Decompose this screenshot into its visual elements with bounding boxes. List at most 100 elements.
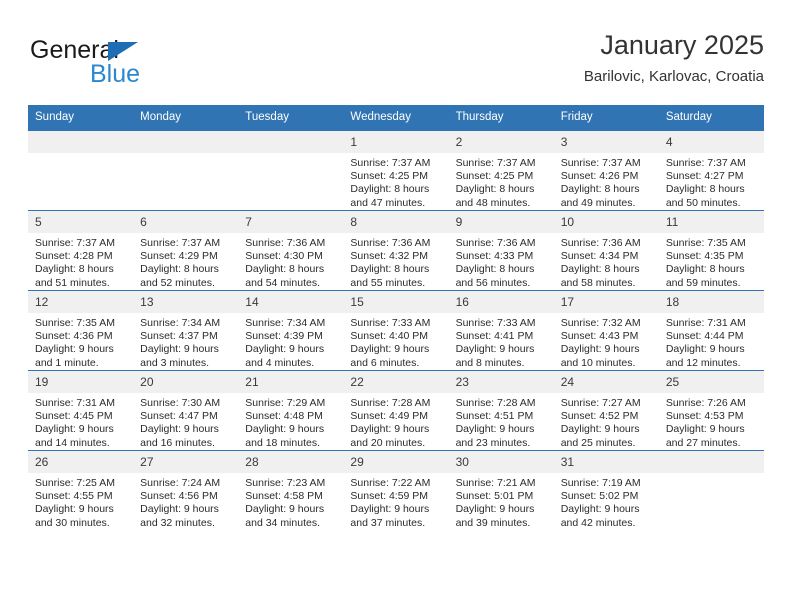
daylight-text-line1: Daylight: 8 hours [350,263,430,276]
calendar-day-cell[interactable]: 14 Sunrise: 7:34 AM Sunset: 4:39 PM Dayligh… [238,290,344,371]
day-details: Sunrise: 7:28 AM Sunset: 4:51 PM Daylight:… [449,393,554,450]
daylight-text-line1: Daylight: 9 hours [35,343,114,356]
calendar-day-cell[interactable]: 25 Sunrise: 7:26 AM Sunset: 4:53 PM Dayligh… [658,370,764,451]
daylight-text-line1: Daylight: 9 hours [245,343,325,356]
day-details: Sunrise: 7:37 AM Sunset: 4:25 PM Daylight:… [343,153,448,210]
sunrise-text: Sunrise: 7:36 AM [455,237,536,249]
calendar-day-cell[interactable]: 27 Sunrise: 7:24 AM Sunset: 4:56 PM Dayligh… [133,450,239,530]
daylight-text-line2: and 37 minutes. [350,516,426,529]
day-details: Sunrise: 7:23 AM Sunset: 4:58 PM Daylight:… [238,473,343,530]
sunset-text: Sunset: 5:02 PM [560,490,639,503]
calendar-day-cell[interactable]: 12 Sunrise: 7:35 AM Sunset: 4:36 PM Dayligh… [28,290,134,371]
sunset-text: Sunset: 4:53 PM [665,410,744,423]
daylight-text-line2: and 51 minutes. [35,276,110,289]
sunset-text: Sunset: 4:27 PM [665,170,744,183]
calendar-day-cell[interactable]: 3 Sunrise: 7:37 AM Sunset: 4:26 PM Daylight… [553,130,659,211]
sunset-text: Sunset: 4:28 PM [35,250,113,263]
sunset-text: Sunset: 4:25 PM [455,170,534,183]
day-details: Sunrise: 7:29 AM Sunset: 4:48 PM Daylight:… [238,393,343,450]
calendar-day-cell[interactable]: 6 Sunrise: 7:37 AM Sunset: 4:29 PM Daylight… [133,210,239,291]
day-details: Sunrise: 7:36 AM Sunset: 4:32 PM Daylight:… [343,233,448,290]
sunrise-text: Sunrise: 7:36 AM [560,237,641,249]
calendar-day-cell[interactable]: 23 Sunrise: 7:28 AM Sunset: 4:51 PM Dayligh… [448,370,554,451]
general-blue-logo[interactable]: General Blue [30,36,260,94]
calendar-day-cell[interactable]: 1 Sunrise: 7:37 AM Sunset: 4:25 PM Daylight… [343,130,449,211]
day-cell-inner: 11 Sunrise: 7:35 AM Sunset: 4:35 PM Dayligh… [658,211,764,290]
calendar-day-cell[interactable]: 28 Sunrise: 7:23 AM Sunset: 4:58 PM Dayligh… [238,450,344,530]
calendar-day-cell[interactable]: 24 Sunrise: 7:27 AM Sunset: 4:52 PM Dayligh… [553,370,659,451]
day-number: 11 [658,211,764,233]
day-details: Sunrise: 7:27 AM Sunset: 4:52 PM Daylight:… [554,393,659,450]
day-details: Sunrise: 7:35 AM Sunset: 4:35 PM Daylight:… [659,233,764,290]
day-cell-inner: 23 Sunrise: 7:28 AM Sunset: 4:51 PM Dayligh… [448,371,554,450]
day-cell-inner: 3 Sunrise: 7:37 AM Sunset: 4:26 PM Daylight… [553,131,659,210]
sunset-text: Sunset: 4:33 PM [455,250,534,263]
day-number [28,131,134,153]
day-number: 8 [343,211,449,233]
day-cell-inner: 7 Sunrise: 7:36 AM Sunset: 4:30 PM Daylight… [238,211,344,290]
daylight-text-line2: and 10 minutes. [560,356,636,369]
calendar-day-cell[interactable]: 7 Sunrise: 7:36 AM Sunset: 4:30 PM Daylight… [238,210,344,291]
day-cell-inner: 16 Sunrise: 7:33 AM Sunset: 4:41 PM Dayligh… [448,291,554,370]
calendar-day-cell[interactable]: 26 Sunrise: 7:25 AM Sunset: 4:55 PM Dayligh… [28,450,134,530]
day-cell-inner: 18 Sunrise: 7:31 AM Sunset: 4:44 PM Dayligh… [658,291,764,370]
calendar-day-cell[interactable]: 2 Sunrise: 7:37 AM Sunset: 4:25 PM Daylight… [448,130,554,211]
sunset-text: Sunset: 4:56 PM [140,490,218,503]
day-number: 27 [133,451,239,473]
sunrise-text: Sunrise: 7:28 AM [350,397,431,409]
calendar-day-cell[interactable]: 18 Sunrise: 7:31 AM Sunset: 4:44 PM Dayligh… [658,290,764,371]
page-header: General Blue January 2025 Barilovic, Kar… [28,28,764,98]
calendar-week-row: 19 Sunrise: 7:31 AM Sunset: 4:45 PM Dayligh… [28,370,764,451]
calendar-day-cell[interactable]: 30 Sunrise: 7:21 AM Sunset: 5:01 PM Dayligh… [448,450,554,530]
daylight-text-line2: and 32 minutes. [140,516,215,529]
calendar-day-cell[interactable]: 9 Sunrise: 7:36 AM Sunset: 4:33 PM Daylight… [448,210,554,291]
day-details: Sunrise: 7:34 AM Sunset: 4:39 PM Daylight:… [238,313,343,370]
day-details: Sunrise: 7:37 AM Sunset: 4:26 PM Daylight:… [554,153,659,210]
weekday-header-friday: Friday [553,105,659,131]
daylight-text-line1: Daylight: 8 hours [455,263,535,276]
calendar-day-cell[interactable]: 21 Sunrise: 7:29 AM Sunset: 4:48 PM Dayligh… [238,370,344,451]
calendar-day-cell[interactable]: 8 Sunrise: 7:36 AM Sunset: 4:32 PM Daylight… [343,210,449,291]
day-details: Sunrise: 7:37 AM Sunset: 4:25 PM Daylight:… [449,153,554,210]
calendar-day-cell[interactable]: 17 Sunrise: 7:32 AM Sunset: 4:43 PM Dayligh… [553,290,659,371]
daylight-text-line2: and 59 minutes. [665,276,741,289]
day-cell-inner: 14 Sunrise: 7:34 AM Sunset: 4:39 PM Dayligh… [238,291,344,370]
day-number: 1 [343,131,449,153]
calendar-day-cell[interactable]: 15 Sunrise: 7:33 AM Sunset: 4:40 PM Dayligh… [343,290,449,371]
calendar-day-cell[interactable]: 10 Sunrise: 7:36 AM Sunset: 4:34 PM Dayligh… [553,210,659,291]
day-cell-inner: 25 Sunrise: 7:26 AM Sunset: 4:53 PM Dayligh… [658,371,764,450]
daylight-text-line2: and 16 minutes. [140,436,215,449]
calendar-day-cell[interactable]: 22 Sunrise: 7:28 AM Sunset: 4:49 PM Dayligh… [343,370,449,451]
sunrise-text: Sunrise: 7:37 AM [560,157,641,169]
day-cell-inner [133,131,239,210]
sunset-text: Sunset: 4:41 PM [455,330,534,343]
calendar-day-cell[interactable]: 5 Sunrise: 7:37 AM Sunset: 4:28 PM Daylight… [28,210,134,291]
calendar-table: Sunday Monday Tuesday Wednesday Thursday… [28,105,764,530]
sunrise-text: Sunrise: 7:35 AM [665,237,746,249]
day-number: 2 [448,131,554,153]
calendar-day-cell[interactable]: 29 Sunrise: 7:22 AM Sunset: 4:59 PM Dayligh… [343,450,449,530]
sunset-text: Sunset: 4:40 PM [350,330,429,343]
daylight-text-line2: and 23 minutes. [455,436,531,449]
weekday-header-thursday: Thursday [448,105,554,131]
calendar-day-cell[interactable]: 4 Sunrise: 7:37 AM Sunset: 4:27 PM Daylight… [658,130,764,211]
calendar-day-cell[interactable]: 19 Sunrise: 7:31 AM Sunset: 4:45 PM Dayligh… [28,370,134,451]
day-number: 31 [553,451,659,473]
calendar-day-cell[interactable]: 11 Sunrise: 7:35 AM Sunset: 4:35 PM Dayligh… [658,210,764,291]
day-details: Sunrise: 7:26 AM Sunset: 4:53 PM Daylight:… [659,393,764,450]
day-number: 6 [133,211,239,233]
day-details: Sunrise: 7:22 AM Sunset: 4:59 PM Daylight:… [343,473,448,530]
calendar-day-cell[interactable]: 31 Sunrise: 7:19 AM Sunset: 5:02 PM Dayligh… [553,450,659,530]
calendar-week-row: 12 Sunrise: 7:35 AM Sunset: 4:36 PM Dayligh… [28,290,764,371]
title-block: January 2025 Barilovic, Karlovac, Croati… [584,28,764,86]
day-cell-inner: 15 Sunrise: 7:33 AM Sunset: 4:40 PM Dayligh… [343,291,449,370]
calendar-day-cell[interactable]: 16 Sunrise: 7:33 AM Sunset: 4:41 PM Dayligh… [448,290,554,371]
calendar-day-cell[interactable]: 20 Sunrise: 7:30 AM Sunset: 4:47 PM Dayligh… [133,370,239,451]
calendar-body: 1 Sunrise: 7:37 AM Sunset: 4:25 PM Daylight… [28,130,764,530]
day-details: Sunrise: 7:30 AM Sunset: 4:47 PM Daylight:… [133,393,238,450]
calendar-day-cell-empty [133,130,239,211]
sunset-text: Sunset: 4:48 PM [245,410,323,423]
day-cell-inner [658,451,764,530]
sunset-text: Sunset: 4:52 PM [560,410,639,423]
calendar-day-cell[interactable]: 13 Sunrise: 7:34 AM Sunset: 4:37 PM Dayligh… [133,290,239,371]
